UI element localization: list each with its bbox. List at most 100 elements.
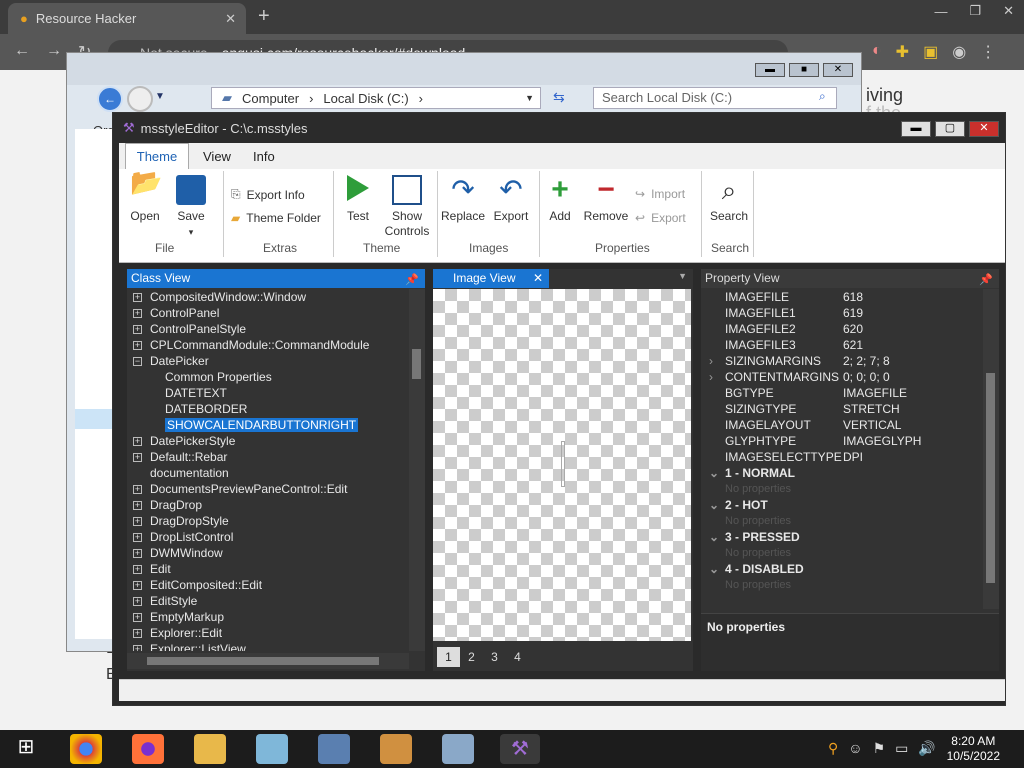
- expand-icon[interactable]: +: [133, 549, 142, 559]
- tree-item[interactable]: SHOWCALENDARBUTTONRIGHT: [133, 417, 407, 433]
- expand-icon[interactable]: +: [133, 325, 142, 335]
- sidebar-icon[interactable]: ▣: [923, 42, 938, 62]
- property-row[interactable]: GLYPHTYPE IMAGEGLYPH: [701, 433, 981, 449]
- tree-item[interactable]: + CPLCommandModule::CommandModule: [133, 337, 407, 353]
- close-button[interactable]: ✕: [969, 121, 999, 137]
- expand-icon[interactable]: +: [133, 645, 142, 651]
- export-property-button[interactable]: ↩ Export: [635, 211, 686, 225]
- property-row[interactable]: No properties: [701, 545, 981, 561]
- pin-icon[interactable]: 📌: [405, 271, 419, 290]
- expand-icon[interactable]: +: [133, 437, 142, 447]
- refresh-icon[interactable]: ⇆: [553, 89, 565, 106]
- chevron-right-icon[interactable]: ›: [709, 353, 713, 369]
- notepad-icon[interactable]: [256, 734, 288, 764]
- tree-item[interactable]: + DatePickerStyle: [133, 433, 407, 449]
- expand-icon[interactable]: +: [133, 581, 142, 591]
- path-computer[interactable]: Computer: [242, 91, 299, 106]
- back-icon[interactable]: ←: [14, 42, 30, 60]
- computer-icon[interactable]: [318, 734, 350, 764]
- new-tab-icon[interactable]: +: [258, 5, 270, 28]
- network-icon[interactable]: ▭: [895, 740, 908, 757]
- close-icon[interactable]: ✕: [1003, 3, 1014, 19]
- open-button[interactable]: 📂 Open: [125, 169, 165, 224]
- maximize-button[interactable]: ■: [789, 63, 819, 77]
- tree-item[interactable]: documentation: [133, 465, 407, 481]
- property-section[interactable]: ⌄ 1 - NORMAL: [701, 465, 981, 481]
- tree-item[interactable]: + DWMWindow: [133, 545, 407, 561]
- page-2-button[interactable]: 2: [460, 647, 483, 667]
- tab-close-icon[interactable]: ✕: [225, 11, 236, 27]
- maximize-button[interactable]: ▢: [935, 121, 965, 137]
- firefox-icon[interactable]: [132, 734, 164, 764]
- page-1-button[interactable]: 1: [437, 647, 460, 667]
- image-view-tab[interactable]: Image View ✕: [433, 269, 549, 288]
- theme-folder-button[interactable]: ▰ Theme Folder: [231, 211, 321, 225]
- tree-item[interactable]: DATEBORDER: [133, 401, 407, 417]
- expand-icon[interactable]: +: [133, 453, 142, 463]
- property-row[interactable]: BGTYPE IMAGEFILE: [701, 385, 981, 401]
- property-row[interactable]: No properties: [701, 481, 981, 497]
- tree-item[interactable]: + DragDrop: [133, 497, 407, 513]
- property-row[interactable]: IMAGEFILE1 619: [701, 305, 981, 321]
- tab-view[interactable]: View: [203, 149, 231, 164]
- search-input[interactable]: Search Local Disk (C:): [593, 87, 837, 109]
- browser-tab[interactable]: ● Resource Hacker ✕: [8, 3, 246, 34]
- add-button[interactable]: + Add: [543, 175, 577, 224]
- expand-icon[interactable]: +: [133, 517, 142, 527]
- tree-item[interactable]: + DragDropStyle: [133, 513, 407, 529]
- chrome-icon[interactable]: [70, 734, 102, 764]
- property-row[interactable]: SIZINGTYPE STRETCH: [701, 401, 981, 417]
- volume-icon[interactable]: 🔊: [918, 740, 935, 757]
- expand-icon[interactable]: +: [133, 629, 142, 639]
- chevron-down-icon[interactable]: ▼: [155, 91, 165, 102]
- page-4-button[interactable]: 4: [506, 647, 529, 667]
- windows-start-icon[interactable]: ⊞: [10, 734, 42, 764]
- replace-button[interactable]: ↷ Replace: [441, 175, 485, 224]
- property-row[interactable]: IMAGEFILE3 621: [701, 337, 981, 353]
- expand-icon[interactable]: +: [133, 501, 142, 511]
- tree-item[interactable]: DATETEXT: [133, 385, 407, 401]
- export-info-button[interactable]: ⎘ Export Info: [231, 187, 305, 202]
- flag-icon[interactable]: ⚑: [873, 740, 886, 757]
- page-3-button[interactable]: 3: [483, 647, 506, 667]
- expand-icon[interactable]: +: [133, 293, 142, 303]
- forward-icon[interactable]: →: [46, 42, 62, 60]
- menu-icon[interactable]: ⋮: [980, 42, 996, 62]
- scrollbar-thumb[interactable]: [147, 657, 379, 665]
- export-button[interactable]: ↶ Export: [491, 175, 531, 224]
- chevron-down-icon[interactable]: ▼: [525, 93, 534, 103]
- chevron-down-icon[interactable]: ▼: [678, 271, 687, 281]
- expand-icon[interactable]: +: [133, 613, 142, 623]
- property-row[interactable]: No properties: [701, 513, 981, 529]
- tree-item[interactable]: + Default::Rebar: [133, 449, 407, 465]
- tab-theme[interactable]: Theme: [125, 143, 189, 170]
- tab-info[interactable]: Info: [253, 149, 275, 164]
- tree-item[interactable]: + EmptyMarkup: [133, 609, 407, 625]
- vertical-scrollbar[interactable]: [409, 289, 425, 651]
- pin-icon[interactable]: 📌: [979, 271, 993, 290]
- tree-item[interactable]: + ControlPanel: [133, 305, 407, 321]
- tree-item[interactable]: + DropListControl: [133, 529, 407, 545]
- path-disk[interactable]: Local Disk (C:): [323, 91, 408, 106]
- minimize-icon[interactable]: —: [934, 4, 947, 19]
- minimize-button[interactable]: ▬: [901, 121, 931, 137]
- property-section[interactable]: ⌄ 2 - HOT: [701, 497, 981, 513]
- file-explorer-icon[interactable]: [194, 734, 226, 764]
- address-bar[interactable]: ▰ Computer › Local Disk (C:) › ▼: [211, 87, 541, 109]
- scrollbar-thumb[interactable]: [986, 373, 995, 583]
- search-button[interactable]: ⌕ Search: [707, 175, 751, 224]
- chevron-down-icon[interactable]: ⌄: [709, 465, 719, 481]
- import-button[interactable]: ↪ Import: [635, 187, 685, 201]
- collapse-icon[interactable]: −: [133, 357, 142, 367]
- property-row[interactable]: IMAGEFILE2 620: [701, 321, 981, 337]
- close-icon[interactable]: ✕: [533, 269, 543, 288]
- property-row[interactable]: › CONTENTMARGINS 0; 0; 0; 0: [701, 369, 981, 385]
- tree-item[interactable]: + EditStyle: [133, 593, 407, 609]
- chevron-down-icon[interactable]: ⌄: [709, 561, 719, 577]
- property-section[interactable]: ⌄ 3 - PRESSED: [701, 529, 981, 545]
- tree-item[interactable]: + EditComposited::Edit: [133, 577, 407, 593]
- tree-item[interactable]: + Explorer::Edit: [133, 625, 407, 641]
- property-row[interactable]: IMAGESELECTTYPE DPI: [701, 449, 981, 465]
- minimize-button[interactable]: ▬: [755, 63, 785, 77]
- show-controls-button[interactable]: Show Controls: [381, 175, 433, 239]
